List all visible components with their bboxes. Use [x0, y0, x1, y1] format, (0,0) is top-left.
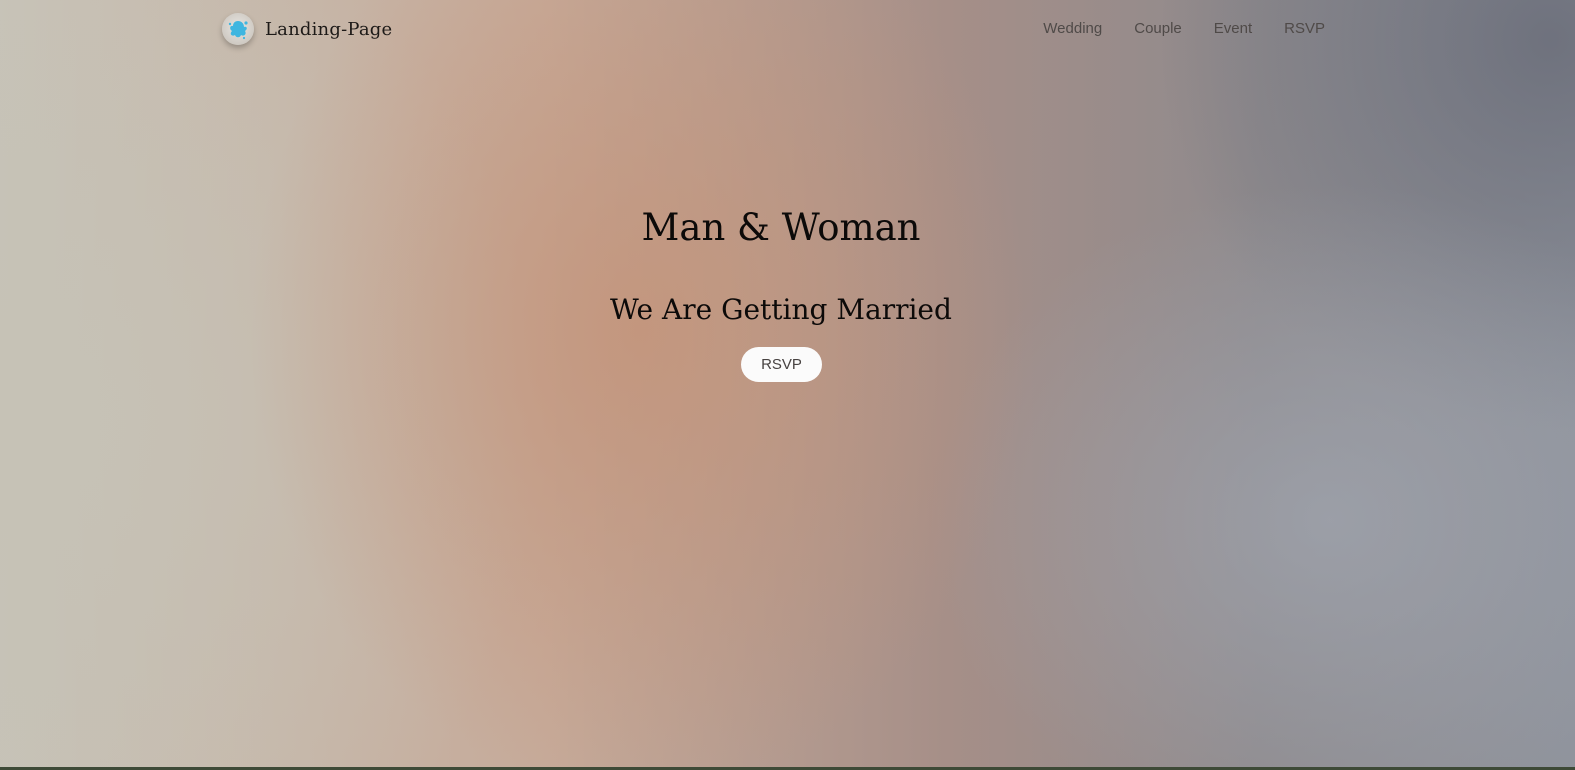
nav-link-wedding[interactable]: Wedding	[1043, 20, 1102, 37]
hero-subtitle: We Are Getting Married	[610, 293, 952, 326]
nav-links: Wedding Couple Event RSVP	[1011, 20, 1325, 37]
top-navbar: Landing-Page Wedding Couple Event RSVP	[0, 0, 1575, 60]
rsvp-button[interactable]: RSVP	[741, 347, 822, 382]
nav-link-couple[interactable]: Couple	[1134, 20, 1182, 37]
hero-title: Man & Woman	[641, 206, 921, 249]
nav-link-rsvp[interactable]: RSVP	[1284, 20, 1325, 37]
paint-splash-icon	[222, 13, 254, 45]
brand-link[interactable]: Landing-Page	[222, 13, 392, 45]
nav-link-event[interactable]: Event	[1214, 20, 1252, 37]
brand-name: Landing-Page	[265, 18, 393, 40]
